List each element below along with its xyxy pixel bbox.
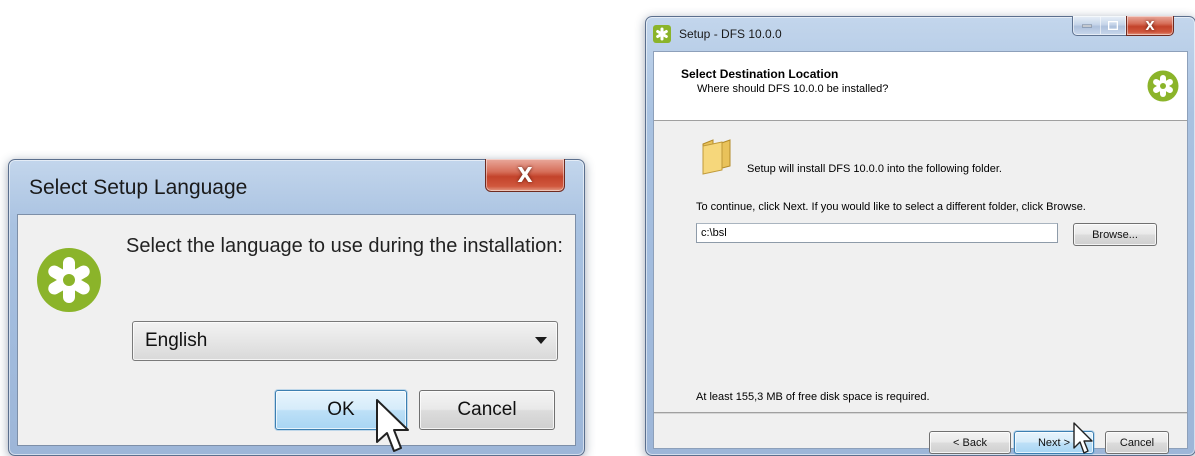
cancel-button[interactable]: Cancel bbox=[419, 390, 555, 430]
minimize-icon bbox=[1082, 24, 1092, 27]
maximize-button[interactable] bbox=[1100, 16, 1127, 36]
setup-wizard-body: Select Destination Location Where should… bbox=[653, 51, 1188, 454]
close-button[interactable]: X bbox=[485, 159, 565, 192]
dropdown-arrow-icon[interactable] bbox=[535, 337, 547, 344]
setup-logo-icon bbox=[37, 248, 101, 312]
close-icon: X bbox=[1145, 18, 1155, 33]
language-dialog-window: Select Setup Language X Select the langu… bbox=[8, 159, 585, 456]
install-location-message: Setup will install DFS 10.0.0 into the f… bbox=[747, 163, 1002, 175]
close-icon: X bbox=[517, 163, 533, 187]
folder-icon bbox=[702, 139, 731, 175]
setup-wizard-title: Setup - DFS 10.0.0 bbox=[679, 27, 782, 41]
continue-instructions: To continue, click Next. If you would li… bbox=[696, 201, 1086, 213]
ok-button[interactable]: OK bbox=[275, 390, 407, 430]
setup-wizard-window: Setup - DFS 10.0.0 X Select Destination … bbox=[645, 16, 1195, 456]
wizard-page-title: Select Destination Location bbox=[681, 67, 839, 81]
browse-button[interactable]: Browse... bbox=[1073, 223, 1157, 246]
back-button[interactable]: < Back bbox=[929, 431, 1011, 454]
close-button[interactable]: X bbox=[1126, 16, 1174, 36]
cancel-button[interactable]: Cancel bbox=[1105, 431, 1169, 454]
language-prompt: Select the language to use during the in… bbox=[126, 235, 563, 257]
destination-path-input[interactable] bbox=[696, 223, 1058, 243]
next-button[interactable]: Next > bbox=[1014, 431, 1094, 454]
maximize-icon bbox=[1108, 21, 1118, 30]
app-logo-icon bbox=[653, 25, 671, 43]
wizard-page-subtitle: Where should DFS 10.0.0 be installed? bbox=[697, 83, 889, 95]
language-dialog-title: Select Setup Language bbox=[29, 176, 248, 199]
disk-space-requirement: At least 155,3 MB of free disk space is … bbox=[696, 391, 930, 403]
minimize-button[interactable] bbox=[1072, 16, 1102, 36]
language-select-value: English bbox=[145, 330, 208, 351]
wizard-header: Select Destination Location Where should… bbox=[654, 52, 1187, 121]
language-select[interactable]: English bbox=[132, 321, 558, 361]
language-dialog-body: Select the language to use during the in… bbox=[17, 214, 576, 446]
setup-logo-icon bbox=[1147, 70, 1179, 102]
